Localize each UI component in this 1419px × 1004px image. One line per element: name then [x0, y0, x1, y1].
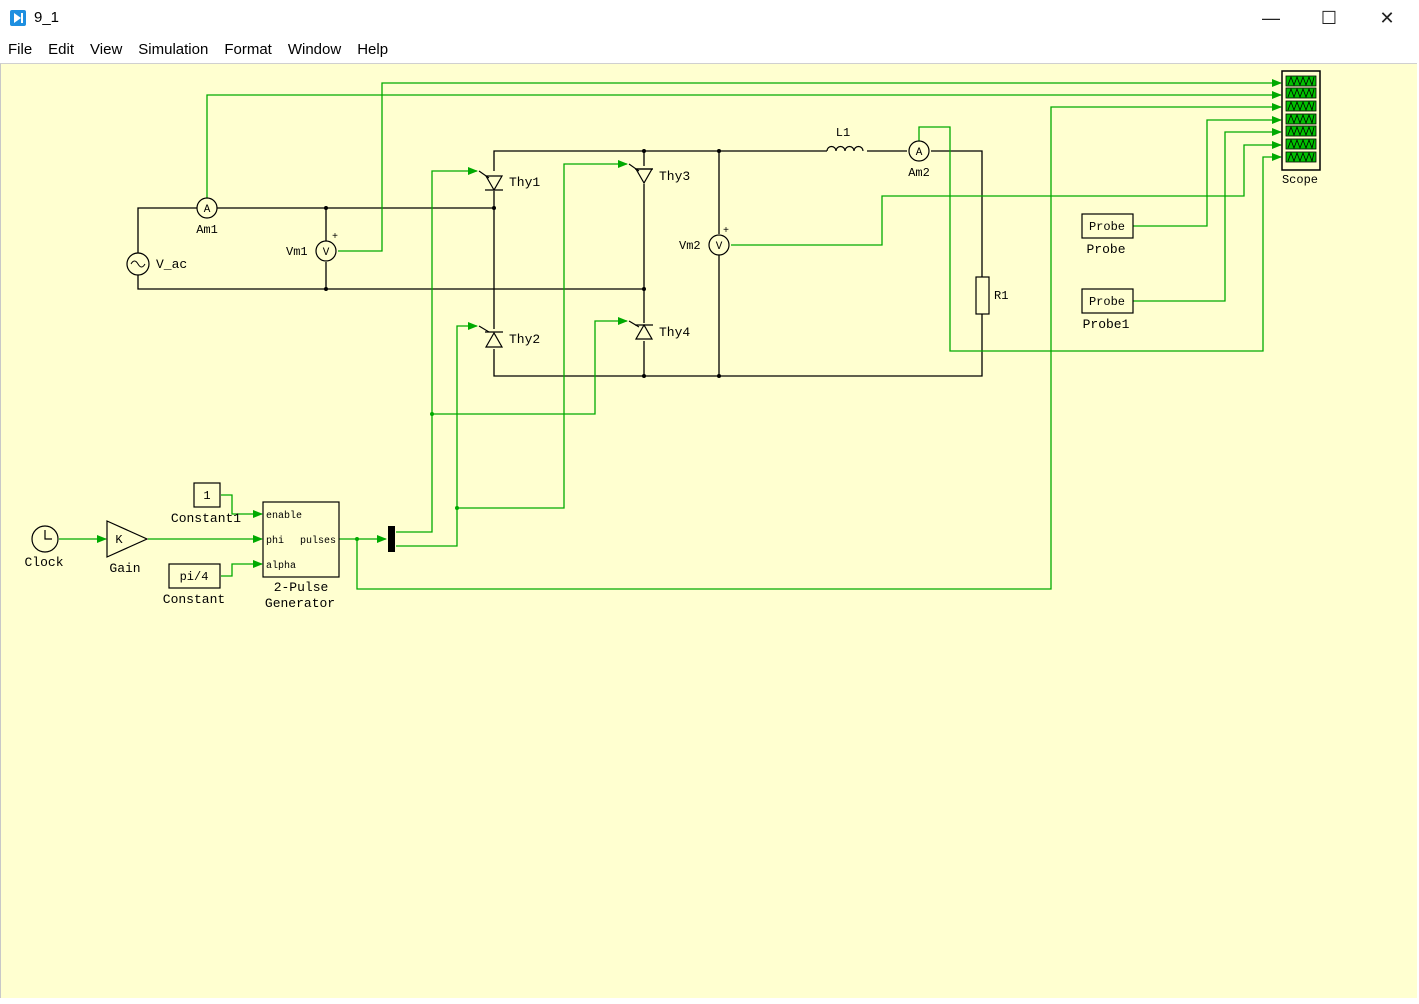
probe1-block[interactable]: Probe Probe1 — [1081, 288, 1134, 332]
thy3-label: Thy3 — [659, 169, 690, 184]
gain-label: Gain — [109, 561, 140, 576]
menu-view[interactable]: View — [82, 38, 130, 63]
pulse-generator-label-1: 2-Pulse — [274, 580, 329, 595]
am1-block[interactable]: A Am1 — [196, 197, 218, 237]
am1-label: Am1 — [196, 223, 218, 237]
port-phi: phi — [266, 535, 284, 547]
r1-block[interactable]: R1 — [975, 276, 1008, 315]
probe-label: Probe — [1086, 242, 1125, 257]
constant1-value: 1 — [203, 489, 210, 503]
l1-block[interactable]: L1 — [826, 126, 864, 152]
scope-screens — [1285, 75, 1317, 163]
inductor-icon — [826, 145, 864, 152]
menu-file[interactable]: File — [0, 38, 40, 63]
scope-block[interactable]: Scope — [1281, 70, 1321, 187]
port-alpha: alpha — [266, 560, 296, 572]
title-bar: 9_1 — ☐ ✕ — [0, 0, 1419, 36]
gain-block[interactable]: K Gain — [106, 520, 149, 576]
vm2-block[interactable]: V + Vm2 — [679, 226, 730, 256]
l1-label: L1 — [836, 126, 850, 140]
vm1-symbol: V — [323, 247, 330, 259]
thy4-block[interactable]: Thy4 — [628, 320, 690, 340]
signal-junction-dots — [355, 412, 459, 541]
thy2-block[interactable]: Thy2 — [478, 325, 540, 348]
model-canvas[interactable]: Clock K Gain 1 Constant1 pi/4 Constant e… — [0, 63, 1417, 998]
vm2-symbol: V — [716, 241, 723, 253]
constant-block[interactable]: pi/4 Constant — [163, 563, 225, 607]
gain-symbol: K — [115, 533, 123, 547]
vm2-plus: + — [723, 226, 729, 237]
am2-label: Am2 — [908, 166, 930, 180]
schematic: Clock K Gain 1 Constant1 pi/4 Constant e… — [24, 70, 1321, 611]
vm2-label: Vm2 — [679, 239, 701, 253]
resistor-icon — [975, 276, 990, 315]
scope-label: Scope — [1282, 173, 1318, 187]
probe1-label: Probe1 — [1083, 317, 1130, 332]
am1-symbol: A — [204, 204, 211, 216]
port-enable: enable — [266, 510, 302, 522]
window-title: 9_1 — [34, 9, 60, 26]
clock-block[interactable]: Clock — [24, 525, 64, 570]
thy2-label: Thy2 — [509, 332, 540, 347]
pulse-generator-label-2: Generator — [265, 596, 335, 611]
am2-symbol: A — [916, 147, 923, 159]
close-button[interactable]: ✕ — [1358, 0, 1416, 36]
power-wiring — [137, 150, 983, 377]
minimize-button[interactable]: — — [1242, 0, 1300, 36]
thy3-block[interactable]: Thy3 — [628, 163, 690, 185]
menu-format[interactable]: Format — [216, 38, 280, 63]
pulse-generator-block[interactable]: enable phi pulses alpha 2-Pulse Generato… — [262, 501, 340, 611]
constant-label: Constant — [163, 592, 225, 607]
menu-help[interactable]: Help — [349, 38, 396, 63]
probe1-block-text: Probe — [1089, 295, 1125, 309]
thy1-label: Thy1 — [509, 175, 540, 190]
demux-block[interactable] — [388, 526, 395, 552]
vm1-plus: + — [332, 232, 338, 243]
am2-block[interactable]: A Am2 — [908, 140, 930, 180]
menu-simulation[interactable]: Simulation — [130, 38, 216, 63]
probe-block[interactable]: Probe Probe — [1081, 213, 1134, 257]
constant-value: pi/4 — [180, 570, 209, 584]
vm1-label: Vm1 — [286, 245, 308, 259]
menu-window[interactable]: Window — [280, 38, 349, 63]
menu-edit[interactable]: Edit — [40, 38, 82, 63]
clock-label: Clock — [24, 555, 63, 570]
vac-source[interactable]: V_ac — [126, 252, 187, 276]
app-icon — [10, 10, 26, 26]
menu-bar: File Edit View Simulation Format Window … — [0, 38, 1419, 63]
maximize-button[interactable]: ☐ — [1300, 0, 1358, 36]
thy1-block[interactable]: Thy1 — [478, 170, 540, 192]
probe-block-text: Probe — [1089, 220, 1125, 234]
constant1-block[interactable]: 1 Constant1 — [171, 482, 241, 526]
r1-label: R1 — [994, 289, 1008, 303]
vac-label: V_ac — [156, 257, 187, 272]
thy4-label: Thy4 — [659, 325, 690, 340]
constant1-label: Constant1 — [171, 511, 241, 526]
port-pulses: pulses — [300, 535, 336, 547]
vm1-block[interactable]: V + Vm1 — [286, 232, 338, 262]
